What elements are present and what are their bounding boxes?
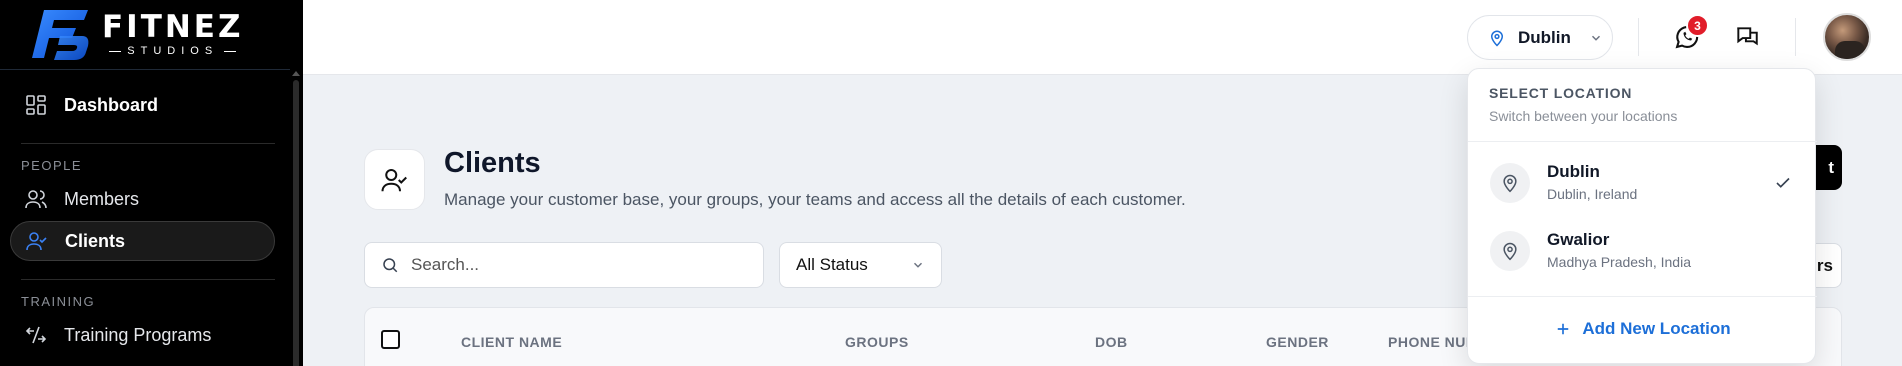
sidebar-item-members[interactable]: Members bbox=[10, 179, 275, 219]
status-filter-value: All Status bbox=[796, 255, 868, 274]
page-title: Clients bbox=[444, 147, 541, 179]
sidebar-item-label: Dashboard bbox=[64, 94, 159, 115]
location-option-dublin[interactable]: Dublin Dublin, Ireland bbox=[1468, 154, 1817, 214]
sidebar-item-clients[interactable]: Clients bbox=[10, 221, 275, 261]
location-name: Dublin bbox=[1547, 162, 1600, 181]
dashboard-icon bbox=[26, 95, 46, 115]
location-switcher-button[interactable]: Dublin bbox=[1467, 15, 1613, 60]
dropdown-divider bbox=[1468, 296, 1817, 297]
column-header-groups[interactable]: GROUPS bbox=[845, 334, 909, 350]
location-option-gwalior[interactable]: Gwalior Madhya Pradesh, India bbox=[1468, 222, 1817, 282]
dropdown-subtitle: Switch between your locations bbox=[1489, 108, 1678, 124]
search-box bbox=[364, 242, 764, 288]
section-divider bbox=[21, 143, 275, 144]
map-pin-icon bbox=[1490, 163, 1530, 203]
column-header-phone[interactable]: PHONE NUM bbox=[1388, 334, 1478, 350]
section-divider bbox=[21, 279, 275, 280]
search-icon bbox=[383, 258, 398, 273]
page-icon bbox=[364, 149, 425, 210]
plus-icon bbox=[1558, 323, 1569, 335]
chevron-down-icon bbox=[1591, 35, 1600, 41]
members-icon bbox=[25, 190, 47, 209]
user-avatar[interactable] bbox=[1823, 13, 1871, 61]
sidebar-scrollbar[interactable] bbox=[293, 80, 299, 366]
column-header-gender[interactable]: GENDER bbox=[1266, 334, 1329, 350]
top-header bbox=[303, 0, 1902, 75]
sidebar-item-label: Training Programs bbox=[64, 324, 212, 345]
app-root: FITNEZ STUDIOS Dashboard PEOPLE Members bbox=[0, 0, 1902, 366]
column-header-dob[interactable]: DOB bbox=[1095, 334, 1128, 350]
sidebar-item-label: Members bbox=[64, 188, 140, 209]
add-new-location-label: Add New Location bbox=[1582, 319, 1731, 338]
map-pin-icon bbox=[1490, 30, 1504, 47]
brand-logo[interactable]: FITNEZ STUDIOS bbox=[30, 6, 243, 62]
location-name: Gwalior bbox=[1547, 230, 1610, 249]
select-all-checkbox[interactable] bbox=[381, 330, 400, 349]
dropdown-divider bbox=[1468, 141, 1817, 142]
sidebar-item-training-programs[interactable]: Training Programs bbox=[10, 315, 275, 355]
clients-icon bbox=[26, 232, 47, 251]
sidebar-divider bbox=[0, 69, 290, 70]
brand-name: FITNEZ bbox=[102, 9, 244, 45]
brand-tagline: STUDIOS bbox=[109, 45, 236, 57]
dropdown-title: SELECT LOCATION bbox=[1489, 85, 1633, 101]
notification-badge: 3 bbox=[1686, 14, 1709, 37]
sidebar-item-dashboard[interactable]: Dashboard bbox=[10, 85, 275, 125]
check-icon bbox=[1776, 177, 1790, 188]
search-input[interactable] bbox=[411, 255, 741, 275]
column-header-client-name[interactable]: CLIENT NAME bbox=[461, 334, 562, 350]
location-region: Madhya Pradesh, India bbox=[1547, 254, 1691, 270]
page-subtitle: Manage your customer base, your groups, … bbox=[444, 190, 1186, 209]
section-label-people: PEOPLE bbox=[21, 158, 83, 173]
sidebar-item-label: Clients bbox=[65, 230, 126, 251]
section-label-training: TRAINING bbox=[21, 294, 96, 309]
scroll-up-arrow[interactable] bbox=[292, 71, 300, 76]
sidebar: FITNEZ STUDIOS Dashboard PEOPLE Members bbox=[0, 0, 303, 366]
header-divider bbox=[1638, 18, 1639, 56]
chat-icon bbox=[1737, 27, 1758, 46]
map-pin-icon bbox=[1490, 231, 1530, 271]
logo-mark-icon bbox=[32, 10, 89, 60]
location-region: Dublin, Ireland bbox=[1547, 186, 1638, 202]
status-filter-select[interactable]: All Status bbox=[779, 242, 942, 288]
location-switcher-label: Dublin bbox=[1518, 27, 1571, 47]
chevron-down-icon bbox=[913, 262, 923, 268]
header-divider bbox=[1795, 18, 1796, 56]
clients-icon bbox=[381, 168, 407, 191]
messages-button[interactable] bbox=[1730, 20, 1764, 54]
location-dropdown: SELECT LOCATION Switch between your loca… bbox=[1467, 68, 1817, 364]
training-icon bbox=[25, 326, 47, 344]
add-new-location-button[interactable]: Add New Location bbox=[1468, 319, 1817, 339]
